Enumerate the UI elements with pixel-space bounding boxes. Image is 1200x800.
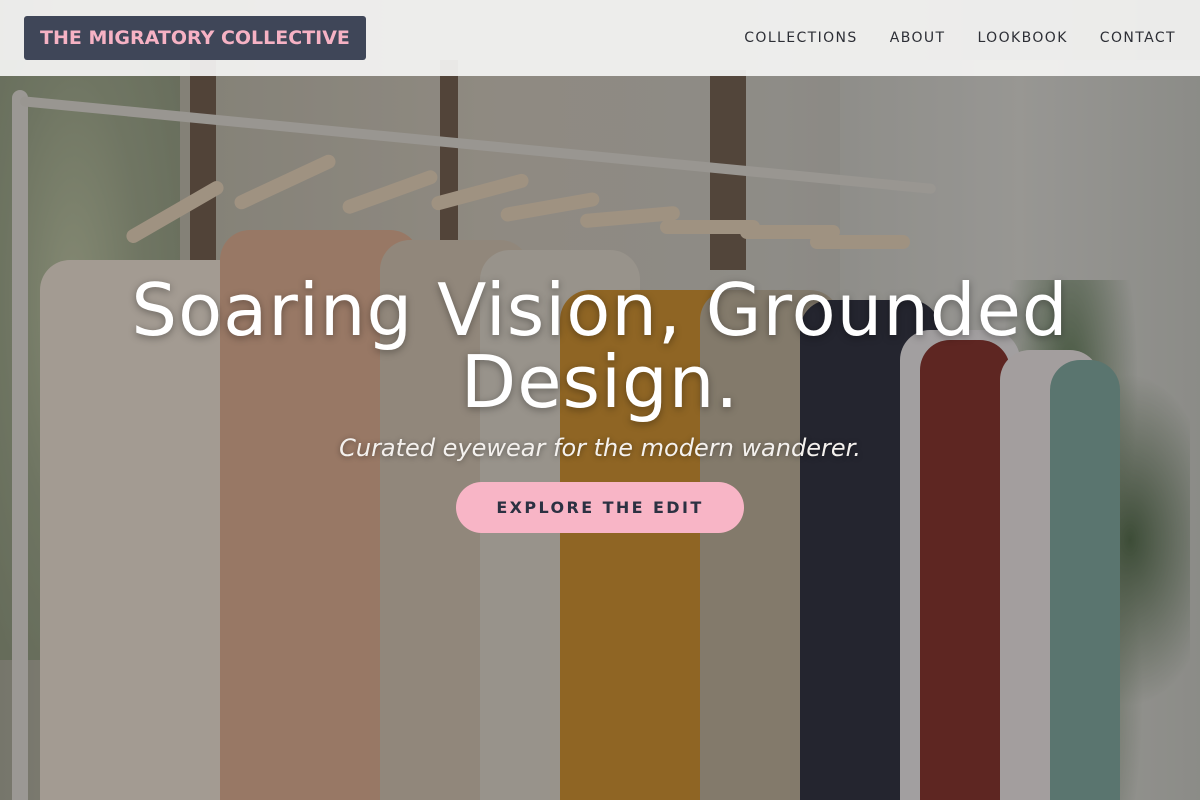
nav-link-lookbook[interactable]: LOOKBOOK [977,30,1067,46]
nav-link-about[interactable]: ABOUT [890,30,946,46]
brand-logo[interactable]: THE MIGRATORY COLLECTIVE [24,16,366,60]
explore-the-edit-button[interactable]: EXPLORE THE EDIT [456,482,744,533]
nav-link-collections[interactable]: COLLECTIONS [744,30,857,46]
hero-content: Soaring Vision, Grounded Design. Curated… [0,274,1200,533]
main-nav: COLLECTIONS ABOUT LOOKBOOK CONTACT [712,30,1176,46]
nav-link-contact[interactable]: CONTACT [1100,30,1176,46]
site-header: THE MIGRATORY COLLECTIVE COLLECTIONS ABO… [0,0,1200,76]
hero-title: Soaring Vision, Grounded Design. [131,268,1069,424]
hero-subtitle: Curated eyewear for the modern wanderer. [339,434,861,462]
